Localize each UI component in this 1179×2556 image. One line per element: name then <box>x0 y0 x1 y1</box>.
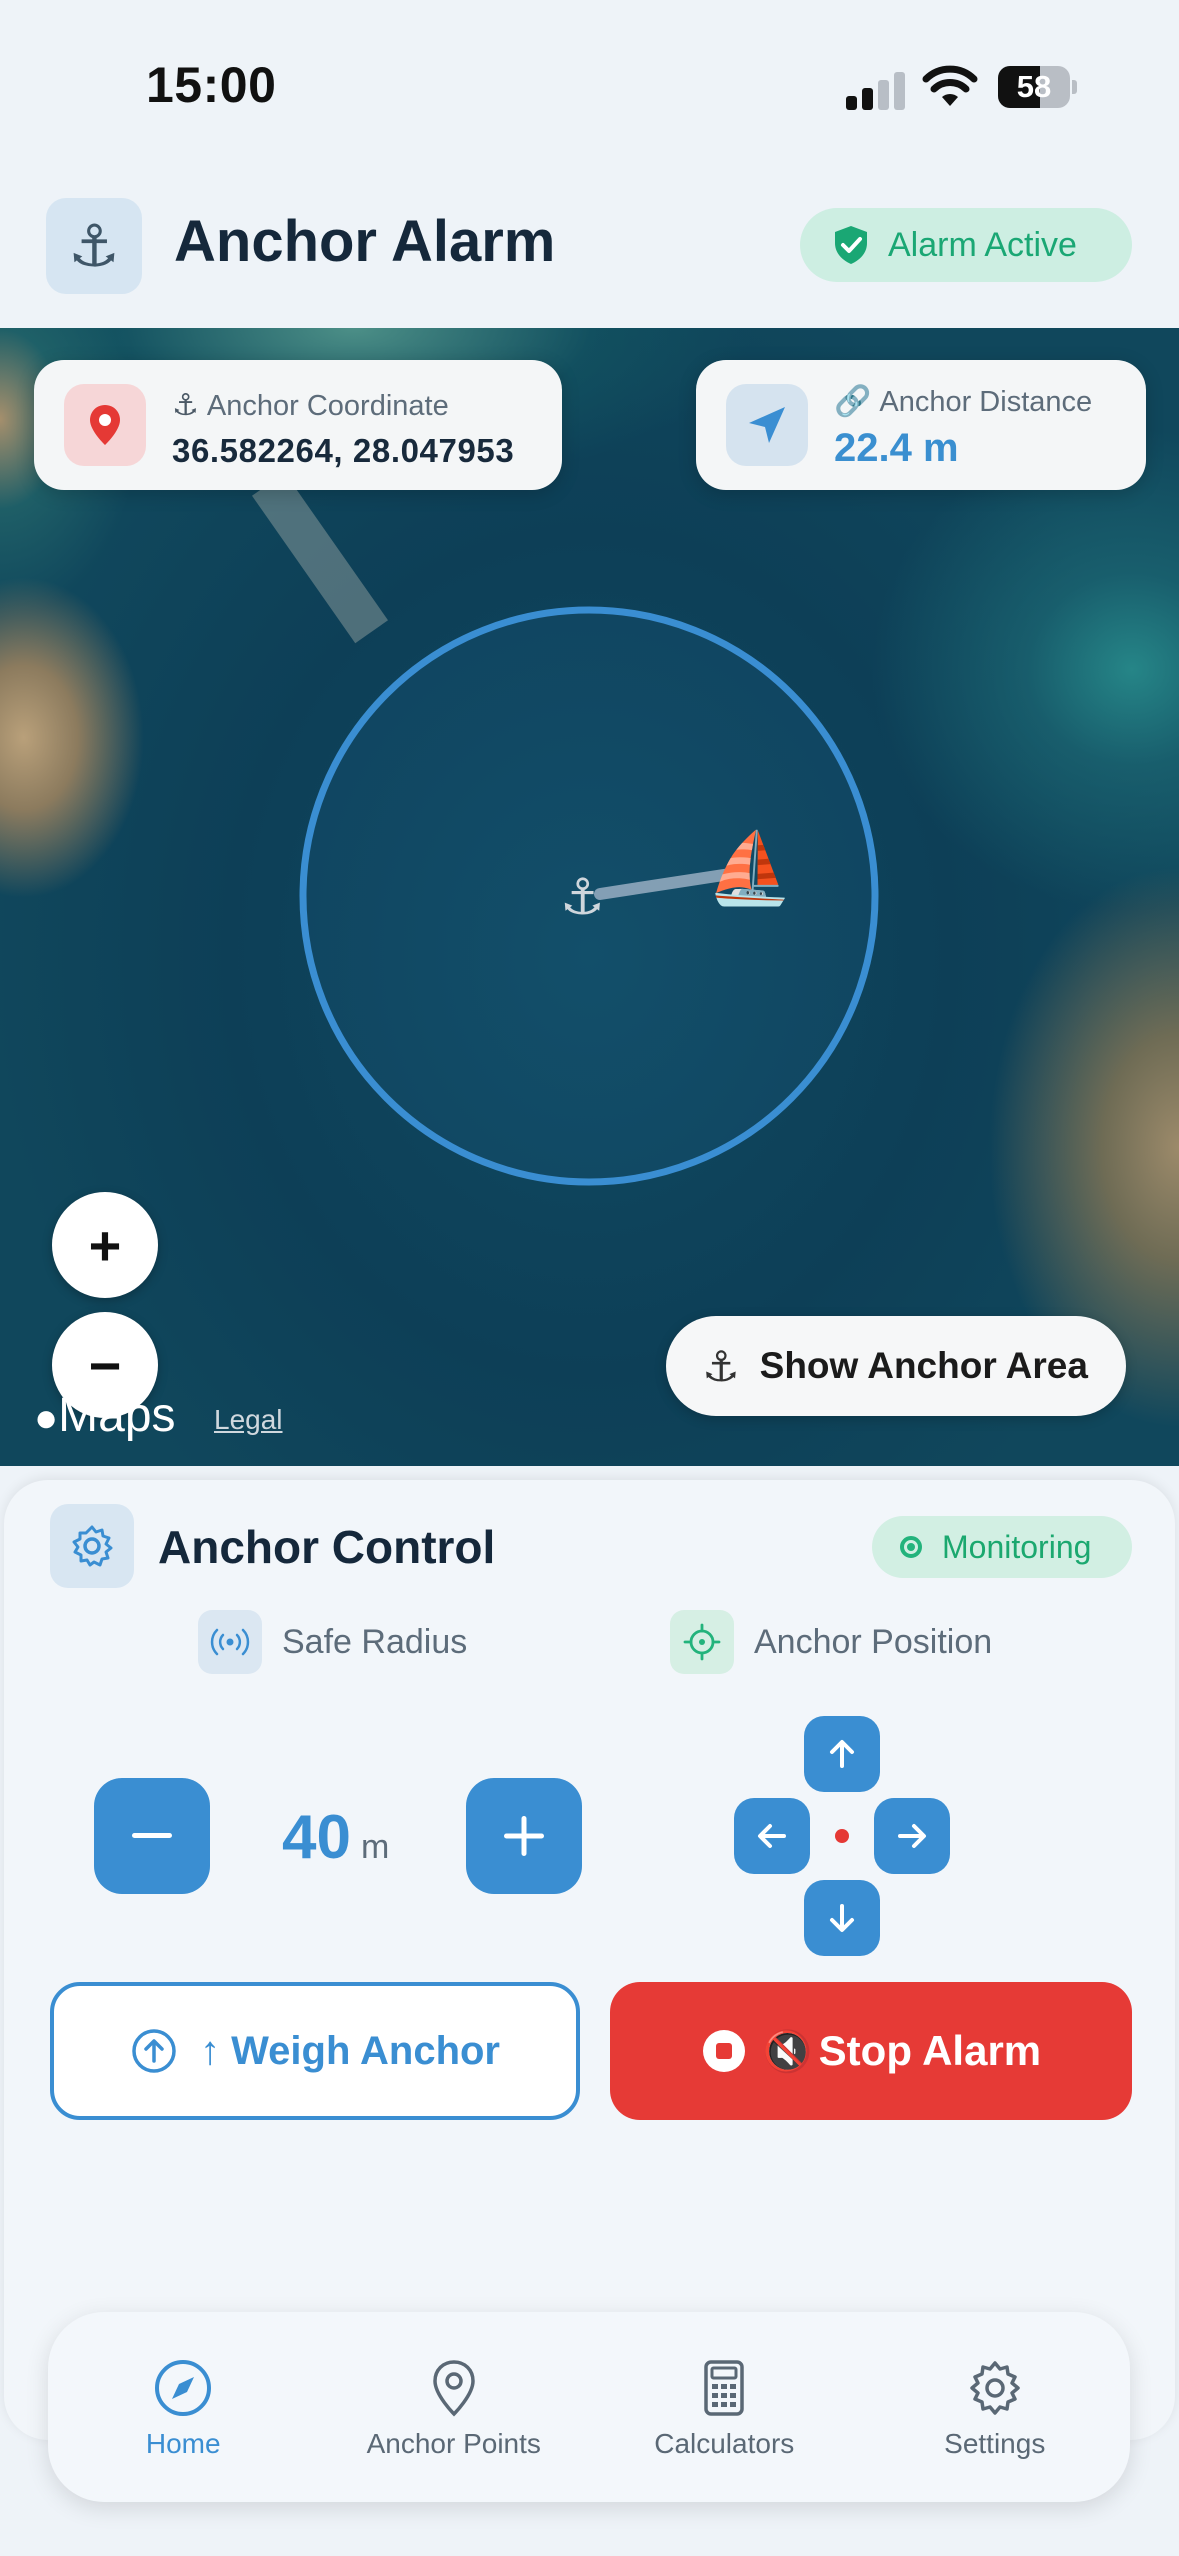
stop-circle-icon <box>702 2030 745 2072</box>
safe-radius-header: Safe Radius <box>198 1610 467 1674</box>
apple-logo-icon: ● <box>34 1396 59 1440</box>
arrow-up-icon <box>830 1740 854 1768</box>
legal-link[interactable]: Legal <box>214 1404 283 1436</box>
safe-radius-label: Safe Radius <box>282 1622 468 1661</box>
tab-anchor-points[interactable]: Anchor Points <box>319 2312 590 2502</box>
anchor-icon: ⚓ <box>46 198 142 294</box>
monitoring-status-text: Monitoring <box>942 1528 1092 1565</box>
show-anchor-area-label: Show Anchor Area <box>759 1345 1088 1386</box>
crosshair-icon <box>670 1610 734 1674</box>
shield-check-icon <box>835 226 867 264</box>
anchor-position-header: Anchor Position <box>670 1610 992 1674</box>
monitoring-status-badge: Monitoring <box>872 1516 1132 1578</box>
tab-calculators[interactable]: Calculators <box>589 2312 860 2502</box>
weigh-anchor-button[interactable]: ↑ Weigh Anchor <box>50 1982 580 2120</box>
minus-icon <box>132 1833 172 1838</box>
compass-icon <box>155 2360 212 2416</box>
anchor-position-label: Anchor Position <box>754 1622 993 1661</box>
battery-percentage: 58 <box>1016 69 1052 104</box>
tab-settings-label: Settings <box>944 2428 1046 2459</box>
move-anchor-down-button[interactable] <box>804 1880 880 1956</box>
anchor-distance-label: Anchor Distance <box>879 386 1093 418</box>
status-bar: 15:00 58 <box>0 0 1179 170</box>
anchor-icon: ⚓ <box>702 1342 740 1390</box>
tab-calculators-label: Calculators <box>654 2428 795 2459</box>
navigation-arrow-icon <box>726 384 808 466</box>
map-view[interactable]: ⚓ ⛵ ⚓ Anchor Coordinate 36.582264, 28.047… <box>0 328 1179 1466</box>
broadcast-signal-icon <box>198 1610 262 1674</box>
arrow-left-icon <box>758 1824 786 1848</box>
radius-value-display: 40 m <box>282 1802 389 1873</box>
status-time: 15:00 <box>146 57 277 113</box>
anchor-coordinate-value: 36.582264, 28.047953 <box>172 432 515 469</box>
panel-title: Anchor Control <box>158 1521 496 1573</box>
muted-speaker-icon: 🔇 <box>762 2029 813 2074</box>
radius-value: 40 <box>282 1803 351 1872</box>
move-anchor-left-button[interactable] <box>734 1798 810 1874</box>
tab-settings[interactable]: Settings <box>860 2312 1131 2502</box>
page-title: Anchor Alarm <box>174 209 556 274</box>
show-anchor-area-button[interactable]: ⚓ Show Anchor Area <box>666 1316 1126 1416</box>
apple-maps-logo: ●Maps <box>34 1388 176 1443</box>
anchor-position-dot <box>835 1829 849 1843</box>
plus-icon <box>504 1816 544 1856</box>
tab-home[interactable]: Home <box>48 2312 319 2502</box>
arrow-up-circle-icon <box>132 2029 176 2073</box>
wifi-icon <box>922 65 978 106</box>
arrow-down-icon <box>830 1904 854 1932</box>
maps-brand-text: Maps <box>58 1389 176 1442</box>
alarm-status-text: Alarm Active <box>888 225 1077 264</box>
increase-radius-button[interactable] <box>466 1778 582 1894</box>
location-pin-icon <box>64 384 146 466</box>
stop-alarm-label: Stop Alarm <box>818 2027 1042 2074</box>
calculator-icon <box>704 2360 744 2416</box>
radius-unit: m <box>360 1828 390 1866</box>
gear-icon <box>970 2361 1020 2415</box>
map-pin-icon <box>432 2360 475 2417</box>
anchor-coordinate-card: ⚓ Anchor Coordinate 36.582264, 28.047953 <box>34 360 562 490</box>
alarm-status-badge: Alarm Active <box>800 208 1132 282</box>
radio-status-icon <box>900 1536 922 1558</box>
decrease-radius-button[interactable] <box>94 1778 210 1894</box>
app-header: ⚓ Anchor Alarm Alarm Active <box>0 180 1179 330</box>
weigh-anchor-label: ↑ Weigh Anchor <box>200 2028 500 2073</box>
anchor-distance-value: 22.4 m <box>834 426 959 470</box>
zoom-in-button[interactable]: + <box>52 1192 158 1298</box>
tab-anchor-points-label: Anchor Points <box>366 2428 541 2459</box>
anchor-marker-icon: ⚓ <box>560 869 605 925</box>
anchor-control-panel: Anchor Control Monitoring Safe Radius An… <box>4 1480 1175 2440</box>
chain-link-icon: 🔗 <box>834 385 872 418</box>
arrow-right-icon <box>898 1824 926 1848</box>
boat-marker-icon: ⛵ <box>706 829 794 907</box>
stop-alarm-button[interactable]: 🔇 Stop Alarm <box>610 1982 1132 2120</box>
bottom-tab-bar: Home Anchor Points Calculators Settings <box>48 2312 1130 2502</box>
move-anchor-up-button[interactable] <box>804 1716 880 1792</box>
anchor-coordinate-label: Anchor Coordinate <box>206 390 449 422</box>
gear-icon <box>50 1504 134 1588</box>
anchor-distance-card: 🔗 Anchor Distance 22.4 m <box>696 360 1146 490</box>
anchor-icon: ⚓ <box>172 389 199 422</box>
battery-icon: 58 <box>998 66 1077 108</box>
cellular-signal-icon <box>846 70 906 110</box>
tab-home-label: Home <box>145 2428 221 2459</box>
move-anchor-right-button[interactable] <box>874 1798 950 1874</box>
